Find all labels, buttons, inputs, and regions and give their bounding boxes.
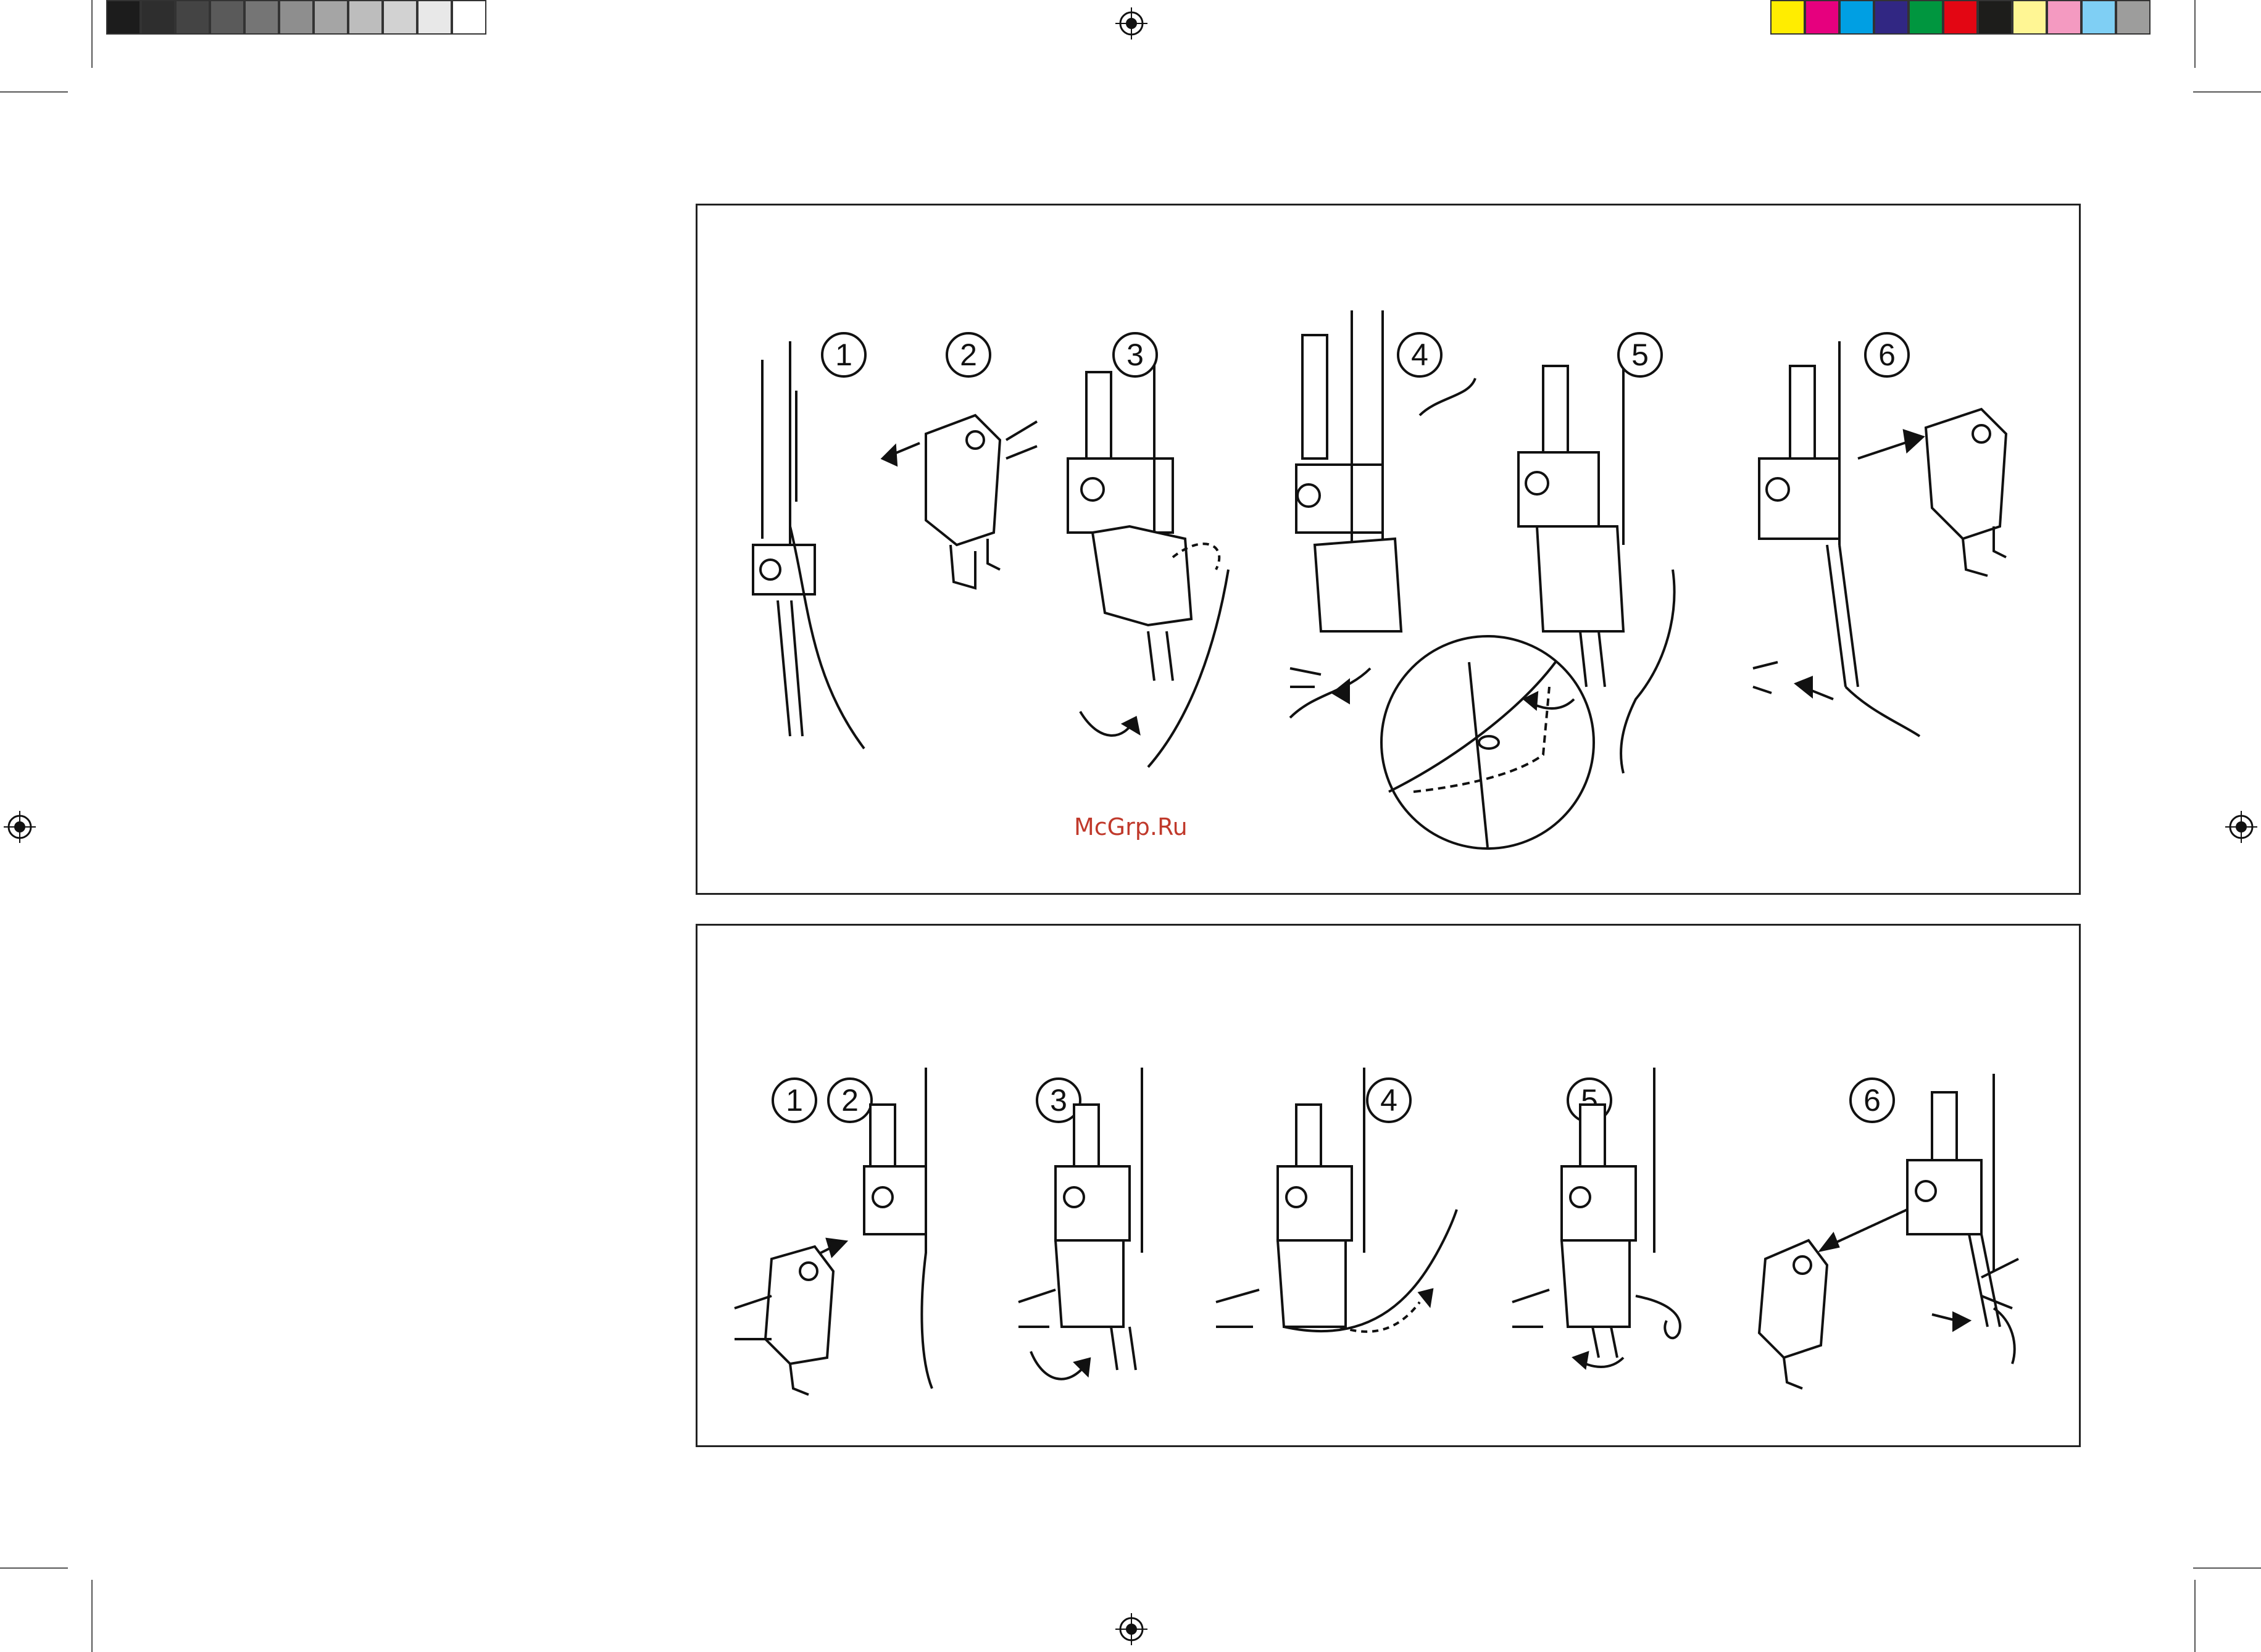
- step-1-label: 1: [821, 332, 867, 378]
- crop-mark-br-v: [2194, 1580, 2196, 1652]
- step-2-illustration: [880, 413, 1038, 590]
- registration-mark-icon: [2225, 811, 2257, 843]
- color-swatch: [1805, 0, 1839, 35]
- crop-mark-tr-h: [2193, 91, 2261, 93]
- color-swatch: [2116, 0, 2151, 35]
- step-2-label: 2: [946, 332, 991, 378]
- gray-swatch: [314, 0, 348, 35]
- step-3-illustration: [1018, 1068, 1143, 1380]
- gray-swatch: [210, 0, 244, 35]
- crop-mark-tl-v: [91, 0, 93, 68]
- color-swatch: [2012, 0, 2047, 35]
- color-swatch: [1909, 0, 1943, 35]
- step-6-label: 6: [1864, 332, 1910, 378]
- gray-swatch: [383, 0, 417, 35]
- step-1-2-illustration: [734, 1068, 933, 1396]
- gray-swatch: [417, 0, 452, 35]
- step-6-illustration: [1752, 341, 2008, 737]
- color-calibration-bar: [1770, 0, 2153, 35]
- watermark-text: McGrp.Ru: [1074, 813, 1188, 841]
- color-swatch: [1978, 0, 2012, 35]
- gray-swatch: [141, 0, 175, 35]
- step-5-label: 5: [1617, 332, 1663, 378]
- step-6-illustration: [1757, 1074, 2019, 1390]
- gray-swatch: [106, 0, 141, 35]
- crop-mark-bl-v: [91, 1580, 93, 1652]
- step-4-label: 4: [1397, 332, 1443, 378]
- color-swatch: [1943, 0, 1978, 35]
- color-swatch: [1770, 0, 1805, 35]
- gray-swatch: [175, 0, 210, 35]
- crop-mark-bl-h: [0, 1567, 68, 1569]
- registration-mark-icon: [4, 811, 36, 843]
- gray-swatch: [279, 0, 314, 35]
- needle-threader-panel-bottom: 1 2 3 4 5 6: [696, 924, 2081, 1447]
- step-4-illustration: [1215, 1068, 1458, 1333]
- gray-calibration-bar: [106, 0, 489, 35]
- gray-swatch: [348, 0, 383, 35]
- crop-mark-tr-v: [2194, 0, 2196, 68]
- registration-mark-icon: [1115, 1613, 1147, 1645]
- color-swatch: [1839, 0, 1874, 35]
- crop-mark-br-h: [2193, 1567, 2261, 1569]
- gray-swatch: [452, 0, 486, 35]
- step-1-illustration: [752, 341, 865, 750]
- step-5-illustration: [1512, 1068, 1681, 1370]
- step-3-illustration: [1067, 347, 1230, 768]
- gray-swatch: [244, 0, 279, 35]
- color-swatch: [2081, 0, 2116, 35]
- step-3-label: 3: [1112, 332, 1158, 378]
- color-swatch: [2047, 0, 2081, 35]
- registration-mark-icon: [1115, 7, 1147, 39]
- color-swatch: [1874, 0, 1909, 35]
- needle-threader-panel-top: 1 2 3 4 5 6 McGrp.Ru: [696, 204, 2081, 895]
- crop-mark-tl-h: [0, 91, 68, 93]
- step-5-illustration: [1517, 341, 1676, 774]
